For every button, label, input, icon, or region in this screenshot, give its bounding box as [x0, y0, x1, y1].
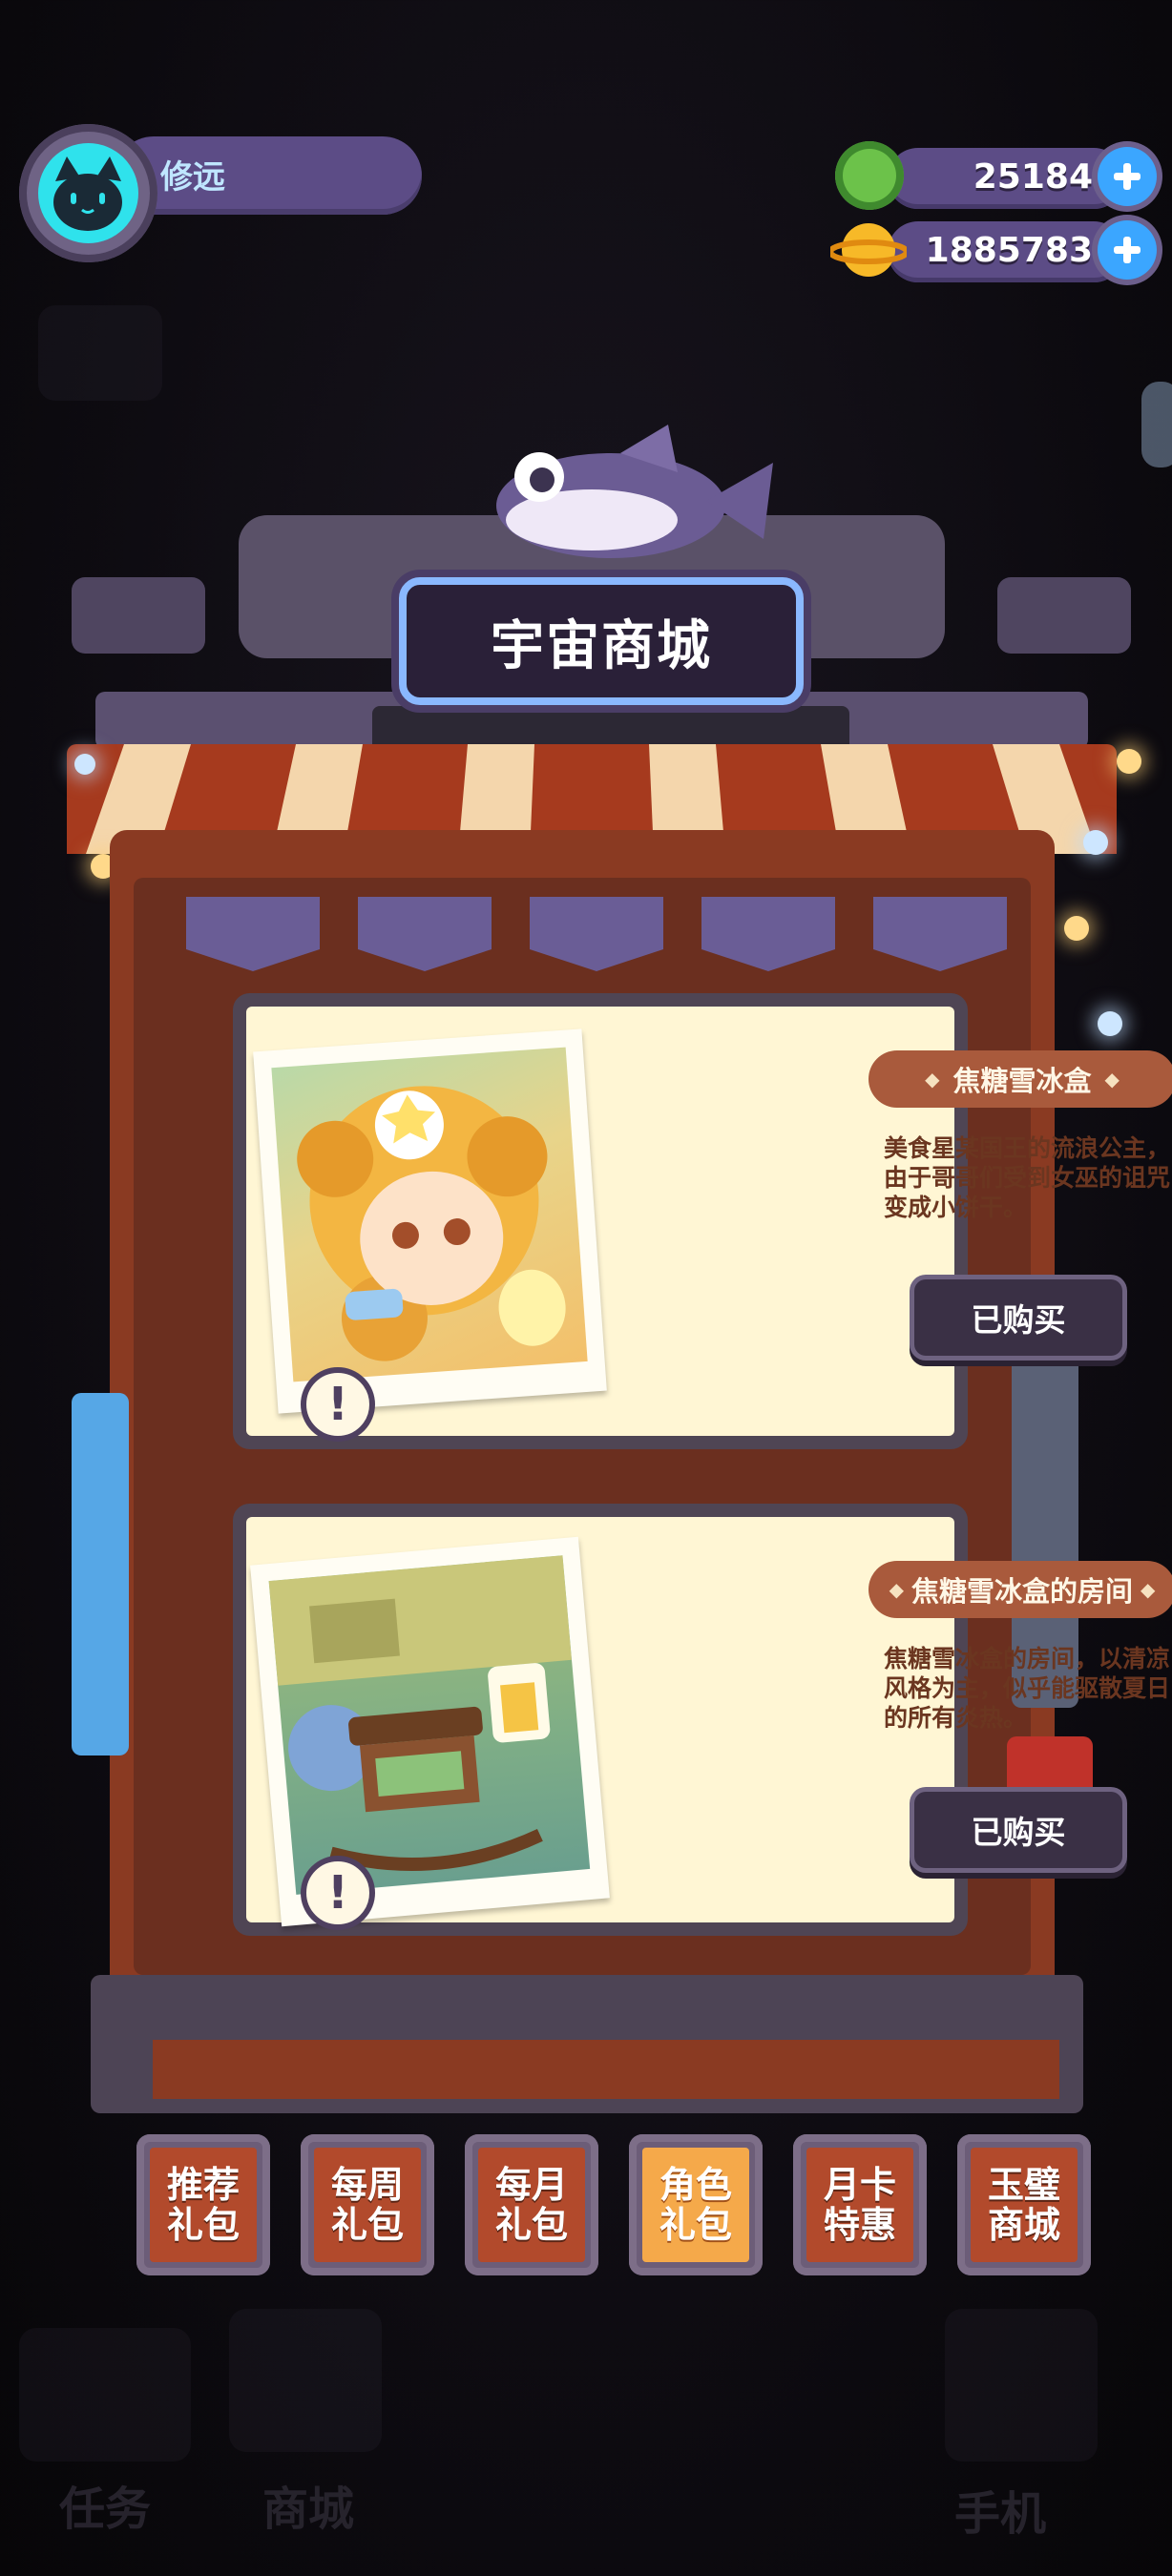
background-help-sign — [38, 305, 162, 401]
background-nav-label: 任务 — [59, 2483, 152, 2536]
tab-face: 每周 礼包 — [314, 2148, 421, 2262]
background-nav-label: 手机 — [954, 2487, 1047, 2541]
diamond-icon: ◆ — [889, 1578, 904, 1601]
add-coins-button[interactable] — [1098, 220, 1157, 280]
player-name: 修远 — [160, 158, 225, 197]
diamond-icon: ◆ — [925, 1068, 940, 1091]
green-gem-icon — [835, 141, 904, 210]
purchased-button[interactable]: 已购买 — [914, 1792, 1122, 1868]
exclamation-icon[interactable]: ! — [301, 1856, 375, 1930]
tab-face: 玉璧 商城 — [971, 2148, 1078, 2262]
diamond-icon: ◆ — [1104, 1068, 1120, 1091]
background-task-icon — [19, 2328, 191, 2462]
background-phone-icon — [945, 2309, 1098, 2462]
gem-count: 25184 — [973, 157, 1093, 197]
light-bulb — [1064, 916, 1089, 941]
tab-face: 推荐 礼包 — [150, 2148, 257, 2262]
item-name-tag: ◆ 焦糖雪冰盒 ◆ — [869, 1050, 1172, 1108]
add-gems-button[interactable] — [1098, 147, 1157, 206]
avatar[interactable] — [38, 143, 138, 243]
tab-label: 每月 礼包 — [494, 2164, 568, 2246]
tab-face: 每月 礼包 — [478, 2148, 585, 2262]
cat-avatar-icon — [53, 156, 122, 231]
light-bulb — [1117, 749, 1141, 774]
shop-item-card[interactable]: ! ◆ 焦糖雪冰盒 ◆ 美食星某国王的流浪公主，由于哥哥们受到女巫的诅咒变成小饼… — [246, 1007, 1172, 1442]
tab-label: 每周 礼包 — [330, 2164, 404, 2246]
item-name: 焦糖雪冰盒 — [952, 1065, 1092, 1097]
right-speaker — [997, 577, 1131, 654]
tab-label: 月卡 特惠 — [823, 2164, 896, 2246]
tab-jade-shop[interactable]: 玉璧 商城 — [957, 2134, 1091, 2275]
item-name-tag: ◆ 焦糖雪冰盒的房间 ◆ — [869, 1561, 1172, 1618]
tab-label: 推荐 礼包 — [166, 2164, 240, 2246]
item-name: 焦糖雪冰盒的房间 — [910, 1575, 1133, 1608]
tab-character-pack[interactable]: 角色 礼包 — [629, 2134, 763, 2275]
left-speaker — [72, 577, 205, 654]
tab-monthly-card-deal[interactable]: 月卡 特惠 — [793, 2134, 927, 2275]
tab-recommended-pack[interactable]: 推荐 礼包 — [136, 2134, 270, 2275]
item-description: 美食星某国王的流浪公主，由于哥哥们受到女巫的诅咒变成小饼干。 — [884, 1134, 1171, 1221]
diamond-icon: ◆ — [1141, 1578, 1156, 1601]
tab-label: 角色 礼包 — [659, 2164, 732, 2246]
bunting-row — [186, 897, 1007, 973]
tab-face: 角色 礼包 — [642, 2148, 749, 2262]
purchased-button[interactable]: 已购买 — [914, 1279, 1122, 1356]
shop-item-card[interactable]: ! ◆ 焦糖雪冰盒的房间 ◆ 焦糖雪冰盒的房间，以清凉风格为主，似乎能驱散夏日的… — [246, 1517, 1172, 1930]
tab-label: 玉璧 商城 — [987, 2164, 1060, 2246]
shop-title-plate: 宇宙商城 — [399, 577, 804, 705]
plus-icon — [1114, 237, 1141, 263]
coin-count: 1885783 — [925, 231, 1093, 270]
item-description: 焦糖雪冰盒的房间，以清凉风格为主，似乎能驱散夏日的所有炎热。 — [884, 1645, 1171, 1732]
item-photo-frame — [250, 1536, 610, 1927]
background-nav-label: 商城 — [262, 2483, 355, 2536]
shop-title: 宇宙商城 — [491, 614, 712, 677]
light-bulb — [74, 754, 95, 775]
tab-weekly-pack[interactable]: 每周 礼包 — [301, 2134, 434, 2275]
fish-mascot-icon — [496, 425, 773, 558]
exclamation-icon[interactable]: ! — [301, 1367, 375, 1442]
tab-face: 月卡 特惠 — [806, 2148, 913, 2262]
left-side-panel — [72, 1393, 129, 1755]
plus-icon — [1114, 163, 1141, 190]
character-portrait — [271, 1047, 588, 1382]
machine-base-trim — [153, 2040, 1059, 2099]
light-bulb — [1083, 830, 1108, 855]
room-preview — [268, 1555, 591, 1895]
background-shop-icon — [229, 2309, 382, 2452]
item-photo-frame — [253, 1028, 607, 1414]
light-bulb — [1098, 1011, 1122, 1036]
tab-monthly-pack[interactable]: 每月 礼包 — [465, 2134, 598, 2275]
side-share-tab[interactable] — [1141, 382, 1172, 467]
